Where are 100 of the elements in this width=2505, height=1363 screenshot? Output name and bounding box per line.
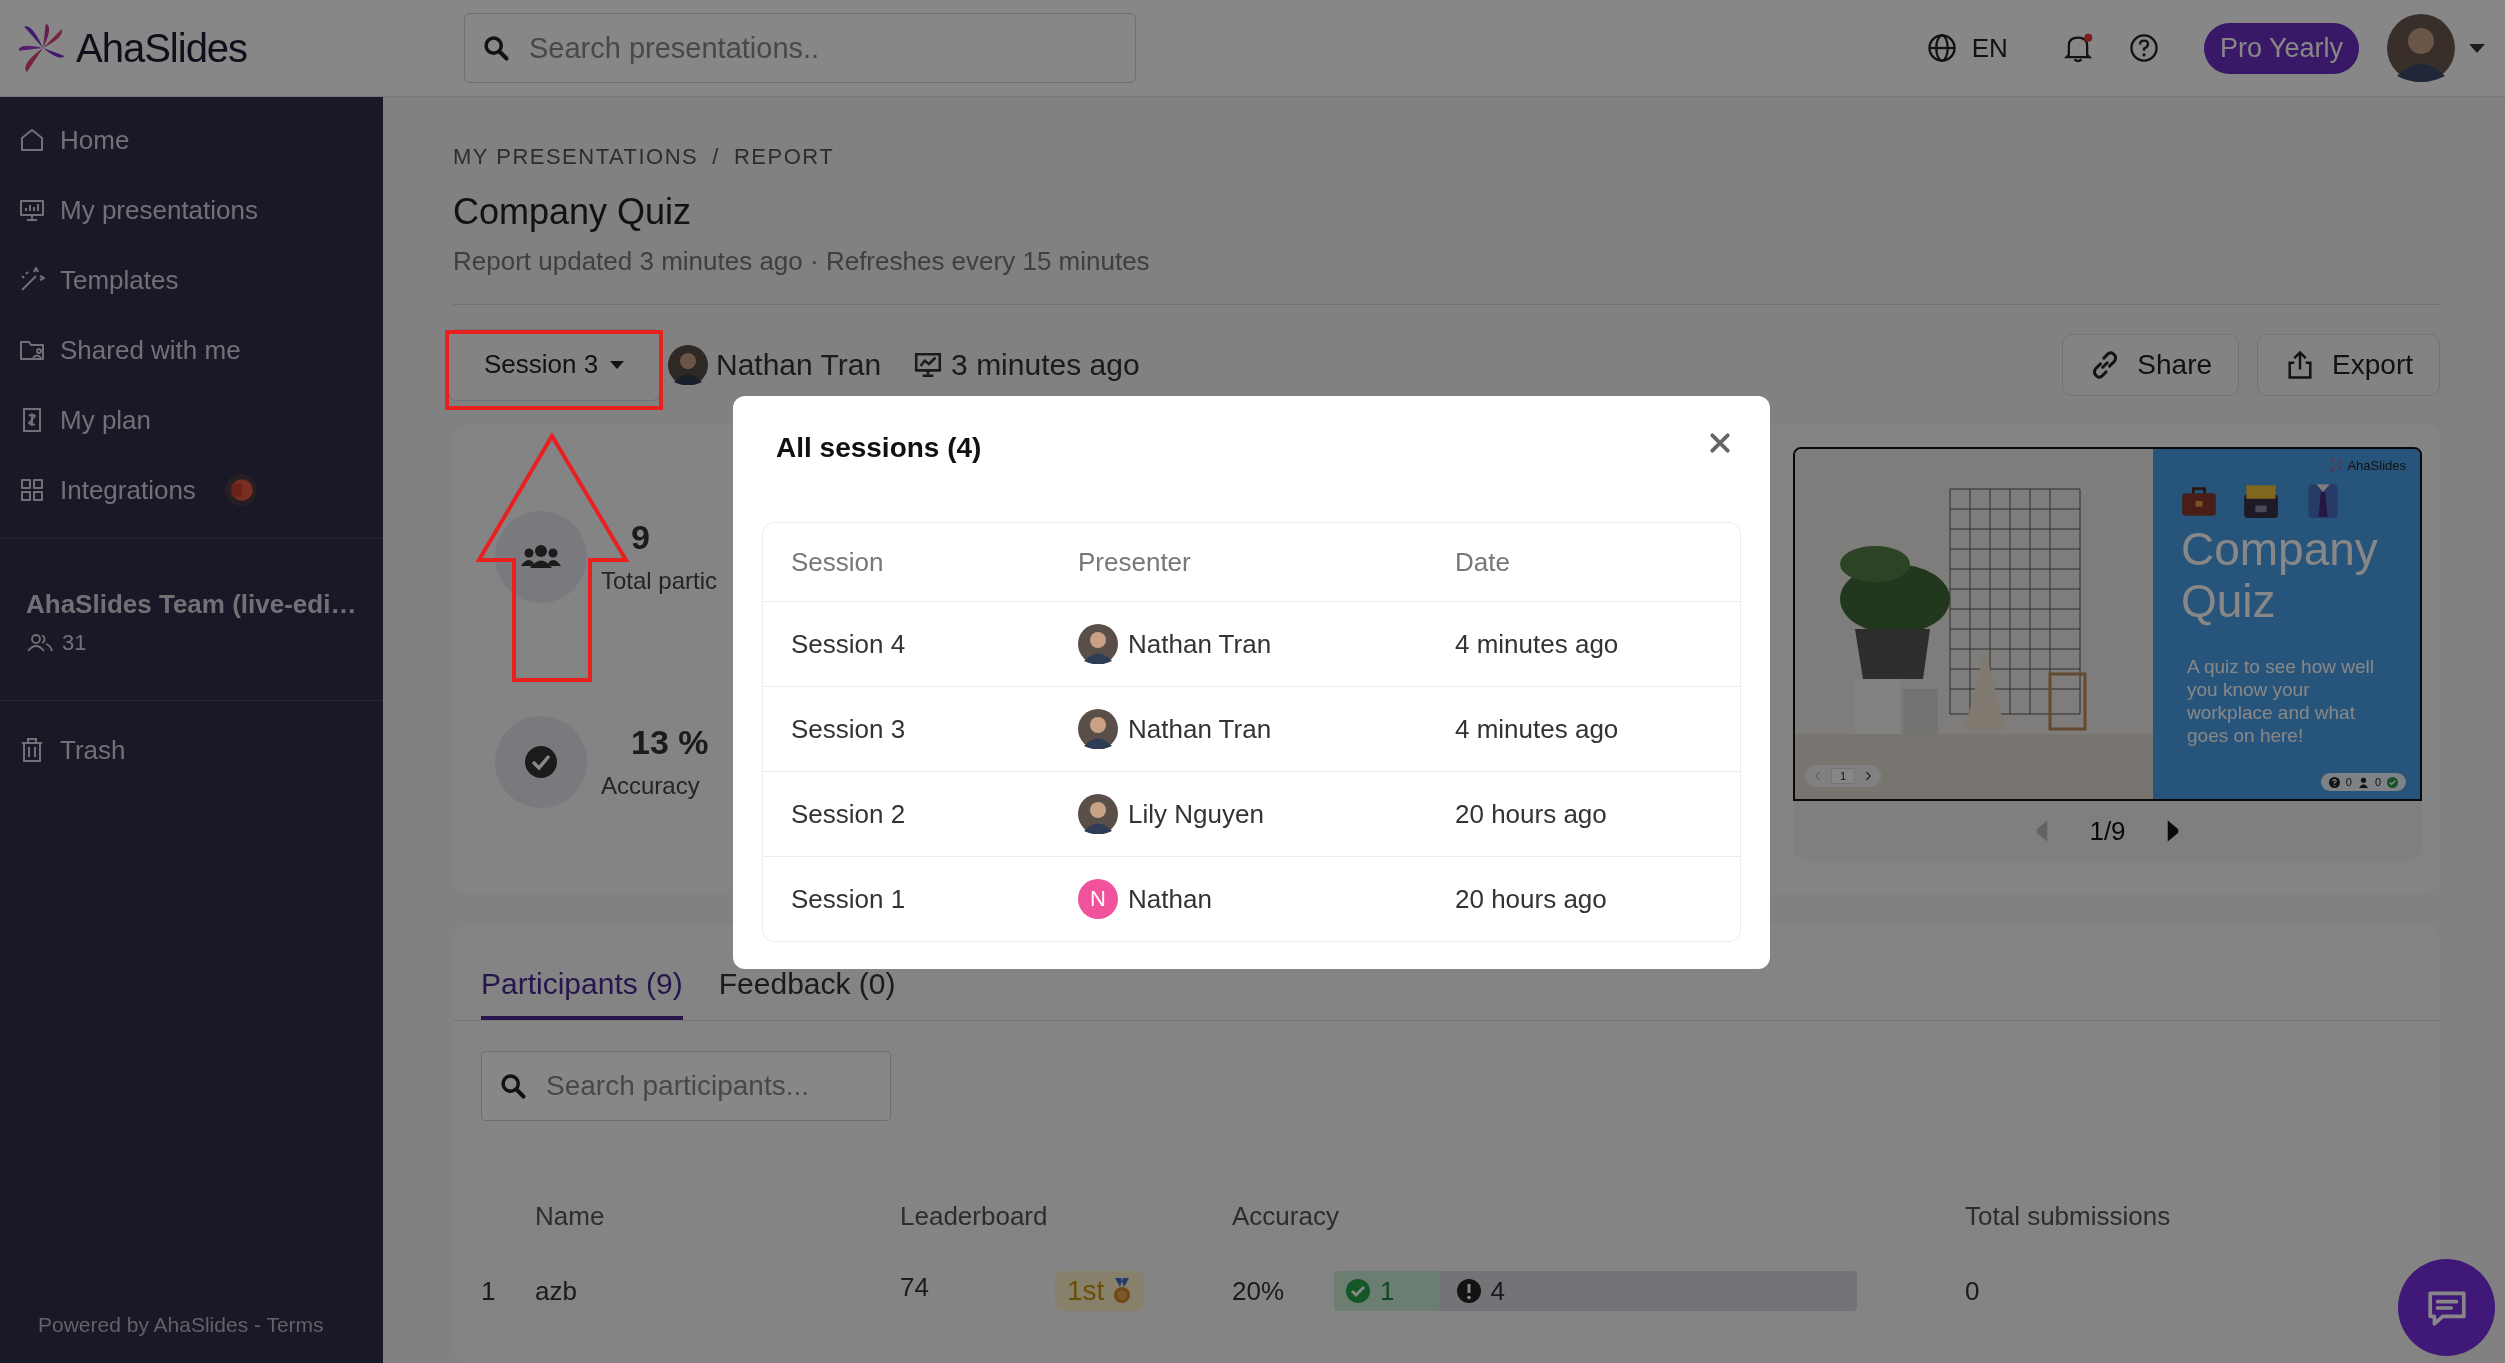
question-icon xyxy=(2328,776,2340,788)
caret-icon[interactable] xyxy=(2469,43,2485,53)
member-count: 31 xyxy=(62,630,87,656)
participant-count: 0 xyxy=(2374,776,2381,788)
file-box-icon xyxy=(2243,483,2279,519)
initial-avatar: N xyxy=(1078,879,1118,919)
medal-icon xyxy=(1112,1278,1133,1304)
presenter-name: Nathan Tran xyxy=(716,347,882,382)
nav-icon xyxy=(18,476,46,504)
slides-app-icon xyxy=(223,473,258,507)
sidebar-item[interactable]: My presentations xyxy=(0,175,383,245)
shirt-tie-icon xyxy=(2305,483,2341,519)
presenter-name: Nathan Tran xyxy=(1128,713,1272,745)
session-row[interactable]: Session 1 N Nathan 20 hours ago xyxy=(763,856,1740,941)
sidebar-item[interactable]: My plan xyxy=(0,385,383,455)
session-name: Session 1 xyxy=(791,883,907,915)
slide-description: A quiz to see how well you know your workplace and what goes on here! xyxy=(2186,655,2375,747)
column-header: Session xyxy=(791,546,885,578)
help-icon[interactable] xyxy=(2127,32,2160,64)
avatar xyxy=(1078,709,1118,749)
search-field[interactable]: Search participants... xyxy=(481,1051,891,1121)
session-date: 20 hours ago xyxy=(1455,883,1608,915)
brand-name: AhaSlides xyxy=(76,25,248,71)
avatar[interactable] xyxy=(2387,14,2455,82)
slide-position: 1/9 xyxy=(2089,815,2126,847)
caret-icon xyxy=(610,360,625,369)
presenter-name: Nathan xyxy=(1128,883,1212,915)
report-status: Report updated 3 minutes ago · Refreshes every 15 minutes xyxy=(453,245,1151,278)
chat-icon xyxy=(2425,1288,2468,1327)
incorrect-count: 4 xyxy=(1490,1275,1506,1307)
sidebar-item[interactable]: Shared with me xyxy=(0,315,383,385)
session-name: Session 3 xyxy=(791,713,907,745)
search-field[interactable]: Search presentations.. xyxy=(464,13,1136,83)
tab[interactable]: Feedback (0) xyxy=(718,966,896,1020)
column-header: Leaderboard xyxy=(900,1200,1049,1232)
terms-link[interactable]: Terms xyxy=(266,1313,324,1336)
person-icon xyxy=(2357,776,2369,788)
slide-preview[interactable]: 1 AhaSlides Company Quiz A quiz to see how well you know your workplace and what goes on here! 0 0 xyxy=(1793,447,2422,801)
check-icon xyxy=(2387,776,2398,788)
breadcrumb-separator: / xyxy=(712,143,720,171)
session-name: Session 4 xyxy=(791,628,907,660)
place-badge: 1st xyxy=(1055,1271,1145,1311)
rank: 1 xyxy=(481,1275,497,1307)
submission-count: 0 xyxy=(1965,1275,1981,1307)
members-icon xyxy=(26,633,54,653)
session-date: 4 minutes ago xyxy=(1455,713,1620,745)
close-icon[interactable] xyxy=(1709,432,1731,454)
column-header: Name xyxy=(535,1200,606,1232)
slide-title: Company Quiz xyxy=(2181,523,2379,627)
column-header: Date xyxy=(1455,546,1511,578)
sidebar-item[interactable]: Templates xyxy=(0,245,383,315)
avatar xyxy=(1078,624,1118,664)
check-icon xyxy=(1346,1279,1370,1303)
session-date: 4 minutes ago xyxy=(1455,628,1620,660)
sidebar-item[interactable]: Trash xyxy=(0,715,383,785)
slide-page-number: 1 xyxy=(1831,768,1856,784)
column-header: Accuracy xyxy=(1232,1200,1340,1232)
nav-icon xyxy=(18,126,46,154)
search-icon xyxy=(499,1072,527,1100)
stat-value: 13 % xyxy=(630,723,709,762)
footer-text: Powered by AhaSlides - Terms xyxy=(37,1313,325,1338)
chevron-left-icon xyxy=(1815,771,1821,781)
session-row[interactable]: Session 4 Nathan Tran 4 minutes ago xyxy=(763,601,1740,686)
avatar xyxy=(1078,794,1118,834)
chevron-right-icon xyxy=(1865,771,1872,781)
session-time: 3 minutes ago xyxy=(951,347,1140,382)
logo-icon xyxy=(2328,457,2345,473)
avatar xyxy=(668,344,708,385)
sidebar-item[interactable]: Integrations xyxy=(0,455,383,525)
stat-label: Total partic xyxy=(601,567,718,595)
next-slide-button[interactable] xyxy=(2165,819,2180,843)
sidebar-item[interactable]: Home xyxy=(0,105,383,175)
presenter-name: Lily Nguyen xyxy=(1128,798,1264,830)
page-title: Company Quiz xyxy=(453,190,693,234)
tab[interactable]: Participants (9) xyxy=(481,966,683,1020)
session-name: Session 2 xyxy=(791,798,907,830)
plan-badge[interactable]: Pro Yearly xyxy=(2203,22,2359,74)
breadcrumb-current: REPORT xyxy=(733,143,835,171)
stat-value: 9 xyxy=(630,518,651,557)
globe-icon[interactable] xyxy=(1925,32,1958,64)
session-date: 20 hours ago xyxy=(1455,798,1608,830)
slide-brand: AhaSlides xyxy=(2347,457,2406,473)
check-icon xyxy=(495,715,587,808)
share-button[interactable]: Share xyxy=(2062,333,2240,396)
people-icon xyxy=(495,510,587,603)
export-button[interactable]: Export xyxy=(2257,333,2440,396)
correct-count: 1 xyxy=(1380,1275,1395,1307)
language-label[interactable]: EN xyxy=(1971,32,2008,64)
search-icon xyxy=(482,34,510,62)
question-count: 0 xyxy=(2345,776,2352,788)
score: 74 xyxy=(900,1271,930,1303)
alert-icon xyxy=(1456,1279,1481,1303)
session-dropdown[interactable]: Session 3 xyxy=(448,328,660,401)
breadcrumb-link[interactable]: MY PRESENTATIONS xyxy=(453,142,699,172)
session-row[interactable]: Session 2 Lily Nguyen 20 hours ago xyxy=(763,771,1740,856)
team-name[interactable]: AhaSlides Team (live-edi… xyxy=(26,589,383,620)
dialog-title: All sessions (4) xyxy=(776,432,982,464)
accuracy-value: 20% xyxy=(1232,1275,1286,1307)
session-row[interactable]: Session 3 Nathan Tran 4 minutes ago xyxy=(763,686,1740,771)
stat-label: Accuracy xyxy=(601,772,701,800)
